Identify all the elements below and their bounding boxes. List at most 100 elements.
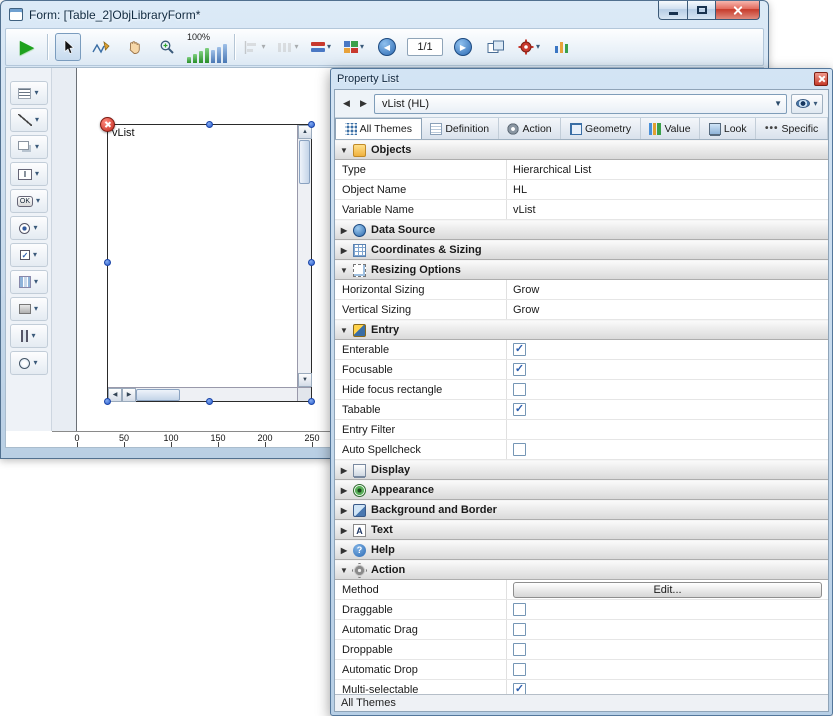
pan-tool-button[interactable] [121, 33, 147, 61]
execute-form-button[interactable]: ▶ [14, 33, 40, 61]
pages-icon [487, 40, 505, 54]
next-page-button[interactable]: ▶ [450, 33, 476, 61]
checkbox[interactable] [513, 663, 526, 676]
appearance-icon [353, 484, 366, 497]
vlist-hierarchical-list-object[interactable]: vList ▲ ▼ ◀ ▶ [107, 124, 312, 402]
group-box-tool[interactable]: ▾ [10, 135, 48, 159]
checkbox[interactable]: ✓ [513, 683, 526, 694]
checkbox[interactable] [513, 603, 526, 616]
tab-look[interactable]: Look [700, 118, 756, 139]
selection-handle-bottom-right[interactable] [308, 398, 315, 405]
tab-action[interactable]: Action [499, 118, 562, 139]
property-value-text[interactable]: vList [513, 204, 536, 216]
object-horizontal-scrollbar[interactable]: ◀ ▶ [108, 387, 297, 401]
category-display[interactable]: ▶Display [335, 460, 828, 480]
dropdown-arrow-icon: ▾ [34, 305, 38, 313]
tab-control-tool[interactable]: ▾ [10, 351, 48, 375]
splitter-tool[interactable]: ▾ [10, 324, 48, 348]
checkbox[interactable] [513, 443, 526, 456]
property-list-close-button[interactable] [814, 72, 828, 86]
tab-specific[interactable]: Specific [756, 118, 828, 139]
selection-handle-left[interactable] [104, 259, 111, 266]
display-pages-button[interactable] [483, 33, 509, 61]
checkbox[interactable] [513, 643, 526, 656]
property-value [507, 420, 828, 439]
property-value-text[interactable]: Hierarchical List [513, 164, 591, 176]
checkbox[interactable] [513, 623, 526, 636]
bar-chart-icon [554, 40, 570, 54]
property-row-tabable: Tabable✓ [335, 400, 828, 420]
close-button[interactable] [715, 1, 760, 20]
category-coordinates-sizing[interactable]: ▶Coordinates & Sizing [335, 240, 828, 260]
object-library-button[interactable] [549, 33, 575, 61]
entry-icon [353, 324, 366, 337]
tab-geometry[interactable]: Geometry [561, 118, 640, 139]
category-data-source[interactable]: ▶Data Source [335, 220, 828, 240]
tab-all-themes[interactable]: All Themes [335, 118, 422, 139]
selection-handle-top-right[interactable] [308, 121, 315, 128]
property-value-text[interactable]: Grow [513, 304, 539, 316]
list-box-tool[interactable]: ▾ [10, 270, 48, 294]
scroll-down-button[interactable]: ▼ [298, 373, 312, 387]
selection-handle-bottom[interactable] [206, 398, 213, 405]
checkbox[interactable] [513, 383, 526, 396]
level-objects-button[interactable]: ▾ [308, 33, 334, 61]
line-tool[interactable]: ▾ [10, 108, 48, 132]
horizontal-scrollbar-thumb[interactable] [136, 389, 180, 401]
property-value-text[interactable]: HL [513, 184, 527, 196]
category-help[interactable]: ▶Help [335, 540, 828, 560]
checkbox[interactable]: ✓ [513, 363, 526, 376]
button-tool[interactable]: ▾ [10, 189, 48, 213]
object-vertical-scrollbar[interactable]: ▲ ▼ [297, 125, 311, 387]
property-label: Multi-selectable [335, 680, 507, 694]
expand-triangle-icon: ▼ [339, 566, 349, 575]
previous-object-button[interactable]: ◀ [340, 95, 353, 113]
rectangle-tool[interactable]: ▾ [10, 297, 48, 321]
dropdown-arrow-icon: ▾ [813, 100, 817, 108]
category-background-and-border[interactable]: ▶Background and Border [335, 500, 828, 520]
hand-icon [126, 39, 142, 55]
category-appearance[interactable]: ▶Appearance [335, 480, 828, 500]
category-resizing-options[interactable]: ▼Resizing Options [335, 260, 828, 280]
selection-tool-button[interactable] [55, 33, 81, 61]
category-text[interactable]: ▶Text [335, 520, 828, 540]
checkbox[interactable]: ✓ [513, 403, 526, 416]
checkbox-tool[interactable]: ▾ [10, 243, 48, 267]
dropdown-arrow-icon: ▾ [35, 116, 39, 124]
vertical-scrollbar-thumb[interactable] [299, 140, 310, 184]
view-options-button[interactable]: ▾ [341, 33, 367, 61]
minimize-button[interactable] [658, 1, 687, 20]
property-value: vList [507, 200, 828, 219]
form-window-titlebar[interactable]: Form: [Table_2]ObjLibraryForm* [1, 1, 768, 28]
radio-button-tool[interactable]: ▾ [10, 216, 48, 240]
checkbox[interactable]: ✓ [513, 343, 526, 356]
zoom-tool-button[interactable] [154, 33, 180, 61]
entry-order-tool-button[interactable] [88, 33, 114, 61]
theme-visibility-button[interactable]: ▾ [791, 94, 823, 114]
next-object-button[interactable]: ▶ [357, 95, 370, 113]
category-objects[interactable]: ▼Objects [335, 140, 828, 160]
selection-handle-right[interactable] [308, 259, 315, 266]
maximize-button[interactable] [687, 1, 715, 20]
selection-handle-top[interactable] [206, 121, 213, 128]
category-action[interactable]: ▼Action [335, 560, 828, 580]
category-label: Objects [370, 144, 411, 156]
input-tool[interactable]: ▾ [10, 162, 48, 186]
tab-definition[interactable]: Definition [422, 118, 499, 139]
form-events-button[interactable]: ▾ [516, 33, 542, 61]
object-method-badge[interactable] [100, 117, 115, 132]
minimize-icon [669, 12, 678, 15]
magnifier-icon [159, 39, 175, 55]
zoom-level-control[interactable]: 100% [187, 31, 227, 63]
property-list-titlebar[interactable]: Property List [331, 69, 832, 89]
previous-page-button[interactable]: ◀ [374, 33, 400, 61]
method-edit-button[interactable]: Edit... [513, 582, 822, 598]
scroll-right-button[interactable]: ▶ [122, 388, 136, 402]
text-tool[interactable]: ▾ [10, 81, 48, 105]
property-value-text[interactable]: Grow [513, 284, 539, 296]
property-row-automatic-drop: Automatic Drop [335, 660, 828, 680]
category-entry[interactable]: ▼Entry [335, 320, 828, 340]
object-selector-dropdown[interactable]: vList (HL) ▼ [374, 94, 787, 114]
tab-value[interactable]: Value [641, 118, 700, 139]
selection-handle-bottom-left[interactable] [104, 398, 111, 405]
